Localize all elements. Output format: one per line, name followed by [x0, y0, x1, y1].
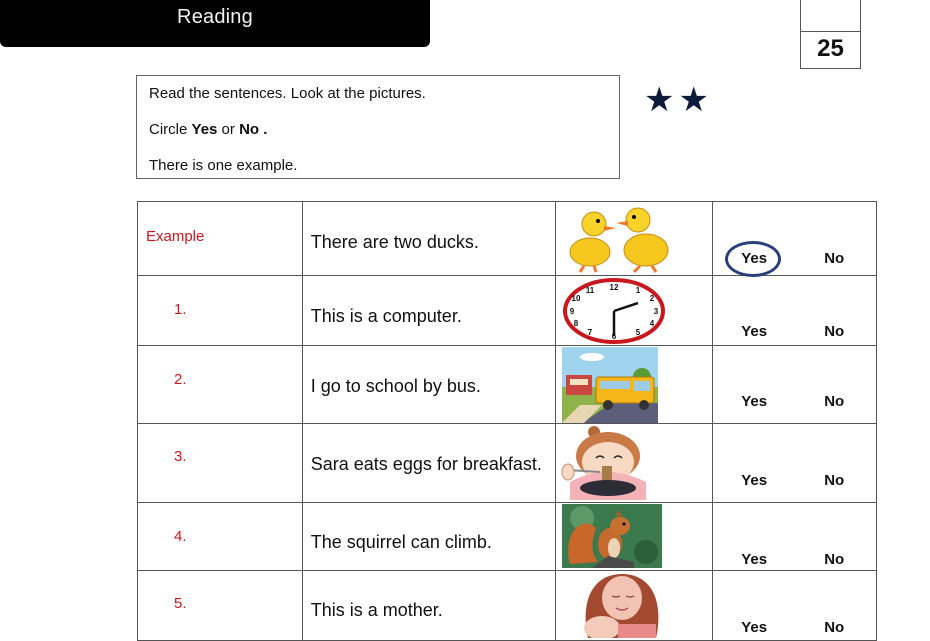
table-row: Example There are two ducks. Yes No: [137, 201, 877, 277]
no-option[interactable]: No: [824, 551, 844, 568]
row-number: 4.: [174, 528, 187, 545]
instruction-no: No .: [239, 121, 268, 138]
table-row: 2. I go to school by bus. Yes No: [137, 345, 877, 424]
answer-cell: Yes No: [712, 275, 877, 346]
svg-text:5: 5: [636, 328, 641, 337]
table-row: 3. Sara eats eggs for breakfast. Yes No: [137, 423, 877, 503]
squirrel-icon: [562, 504, 663, 568]
picture-cell: [555, 502, 714, 571]
answer-cell: Yes No: [712, 502, 877, 571]
number-cell: 5.: [137, 570, 303, 641]
svg-text:9: 9: [570, 307, 575, 316]
yes-option[interactable]: Yes: [741, 619, 767, 636]
number-cell: 1.: [137, 275, 303, 346]
school-bus-icon: [562, 347, 659, 423]
mother-icon: [584, 574, 659, 638]
sentence-cell: There are two ducks.: [301, 201, 557, 276]
row-number: 2.: [174, 371, 187, 388]
svg-text:10: 10: [572, 294, 581, 303]
sentence: I go to school by bus.: [310, 376, 481, 396]
section-title-bar: Reading: [0, 0, 430, 47]
sentence-cell: Sara eats eggs for breakfast.: [301, 423, 557, 503]
no-option[interactable]: No: [824, 472, 844, 489]
sentence: This is a computer.: [310, 306, 462, 326]
sentence: There are two ducks.: [310, 232, 479, 252]
girl-eating-icon: [561, 426, 647, 500]
answer-cell: Yes No: [712, 423, 877, 503]
picture-cell: 12 1 2 345 678 9 10 11: [555, 275, 714, 346]
instructions-box: Read the sentences. Look at the pictures…: [136, 75, 620, 179]
score-value: 25: [817, 35, 844, 62]
yes-option[interactable]: Yes: [741, 393, 767, 410]
sentence: Sara eats eggs for breakfast.: [310, 454, 542, 474]
quiz-table: Example There are two ducks. Yes No 1. T…: [137, 201, 877, 641]
number-cell: Example: [137, 201, 303, 276]
svg-text:1: 1: [636, 286, 641, 295]
row-number: 5.: [174, 595, 187, 612]
number-cell: 3.: [137, 423, 303, 503]
picture-cell: [555, 201, 714, 276]
score-divider: [801, 31, 860, 32]
duck-right: [616, 207, 669, 274]
section-title: Reading: [177, 6, 253, 28]
svg-text:3: 3: [654, 307, 659, 316]
table-row: 4. The squirrel can climb. Yes No: [137, 502, 877, 571]
yes-option[interactable]: Yes: [741, 323, 767, 340]
svg-text:11: 11: [586, 286, 595, 295]
no-option[interactable]: No: [824, 250, 844, 267]
sentence: The squirrel can climb.: [310, 532, 492, 552]
answer-cell: Yes No: [712, 345, 877, 424]
instruction-line-1: Read the sentences. Look at the pictures…: [149, 85, 426, 102]
instruction-yes: Yes: [191, 121, 218, 138]
yes-option[interactable]: Yes: [741, 551, 767, 568]
picture-cell: [555, 423, 714, 503]
answer-circle: [725, 241, 782, 277]
instruction-line-3: There is one example.: [149, 157, 298, 174]
sentence: This is a mother.: [310, 600, 443, 620]
sentence-cell: The squirrel can climb.: [301, 502, 557, 571]
answer-cell: Yes No: [712, 570, 877, 641]
table-row: 1. This is a computer. 12 1 2 345 678 9 10 1…: [137, 275, 877, 346]
svg-text:8: 8: [574, 319, 579, 328]
svg-text:2: 2: [650, 294, 655, 303]
table-row: 5. This is a mother. Yes No: [137, 570, 877, 641]
sentence-cell: I go to school by bus.: [301, 345, 557, 424]
sentence-cell: This is a computer.: [301, 275, 557, 346]
svg-text:4: 4: [650, 319, 655, 328]
picture-cell: [555, 345, 714, 424]
instruction-circle-text: Circle: [149, 121, 192, 138]
clock-icon: 12 12 345 678 91011: [563, 278, 666, 344]
svg-text:7: 7: [588, 328, 593, 337]
row-number: Example: [146, 228, 205, 245]
svg-text:12: 12: [610, 283, 619, 292]
number-cell: 4.: [137, 502, 303, 571]
score-box: 25: [800, 0, 861, 69]
star-icon: ★★: [644, 81, 713, 119]
yes-option[interactable]: Yes: [741, 472, 767, 489]
row-number: 1.: [174, 301, 187, 318]
no-option[interactable]: No: [824, 619, 844, 636]
row-number: 3.: [174, 448, 187, 465]
no-option[interactable]: No: [824, 323, 844, 340]
instruction-line-2: Circle Yes or No .: [149, 121, 267, 138]
answer-cell: Yes No: [712, 201, 877, 277]
duck-left: [569, 211, 617, 273]
no-option[interactable]: No: [824, 393, 844, 410]
ducks-icon: [569, 207, 669, 274]
instruction-or: or: [217, 121, 240, 138]
sentence-cell: This is a mother.: [301, 570, 557, 641]
picture-cell: [555, 570, 714, 641]
number-cell: 2.: [137, 345, 303, 424]
